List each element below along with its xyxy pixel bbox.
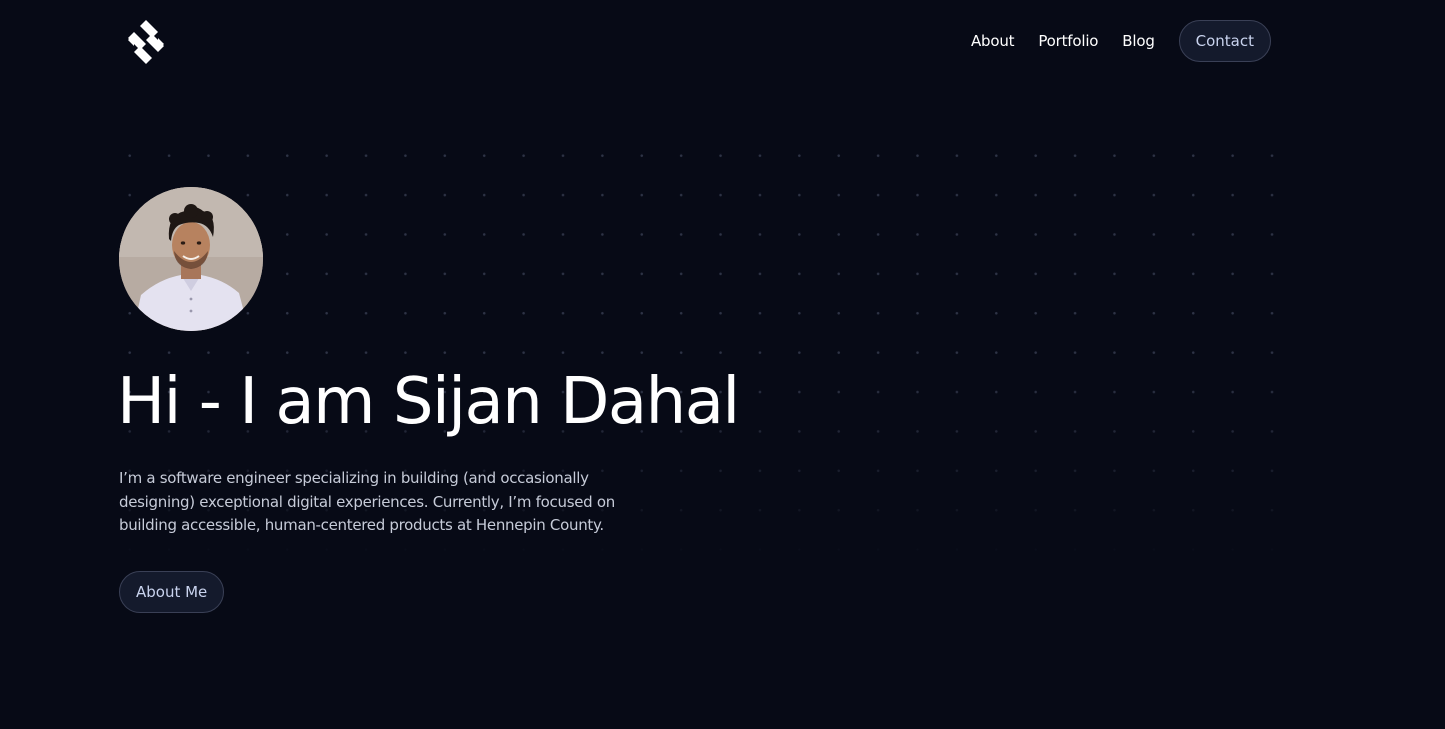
nav-link-portfolio[interactable]: Portfolio [1038, 32, 1098, 50]
nav-link-about[interactable]: About [971, 32, 1015, 50]
s-monogram-logo-icon [128, 20, 164, 64]
logo-icon[interactable] [124, 20, 168, 64]
hero-description: I’m a software engineer specializing in … [119, 469, 615, 534]
nav-link-blog[interactable]: Blog [1122, 32, 1155, 50]
contact-button[interactable]: Contact [1178, 20, 1271, 62]
hero-title: Hi - I am Sijan Dahal [117, 365, 740, 439]
avatar [119, 187, 263, 331]
profile-photo-icon [119, 187, 263, 331]
page: About Portfolio Blog Contact Hi - I am S… [0, 0, 1445, 729]
main-nav: About Portfolio Blog Contact [971, 20, 1271, 62]
about-me-button[interactable]: About Me [119, 571, 225, 613]
